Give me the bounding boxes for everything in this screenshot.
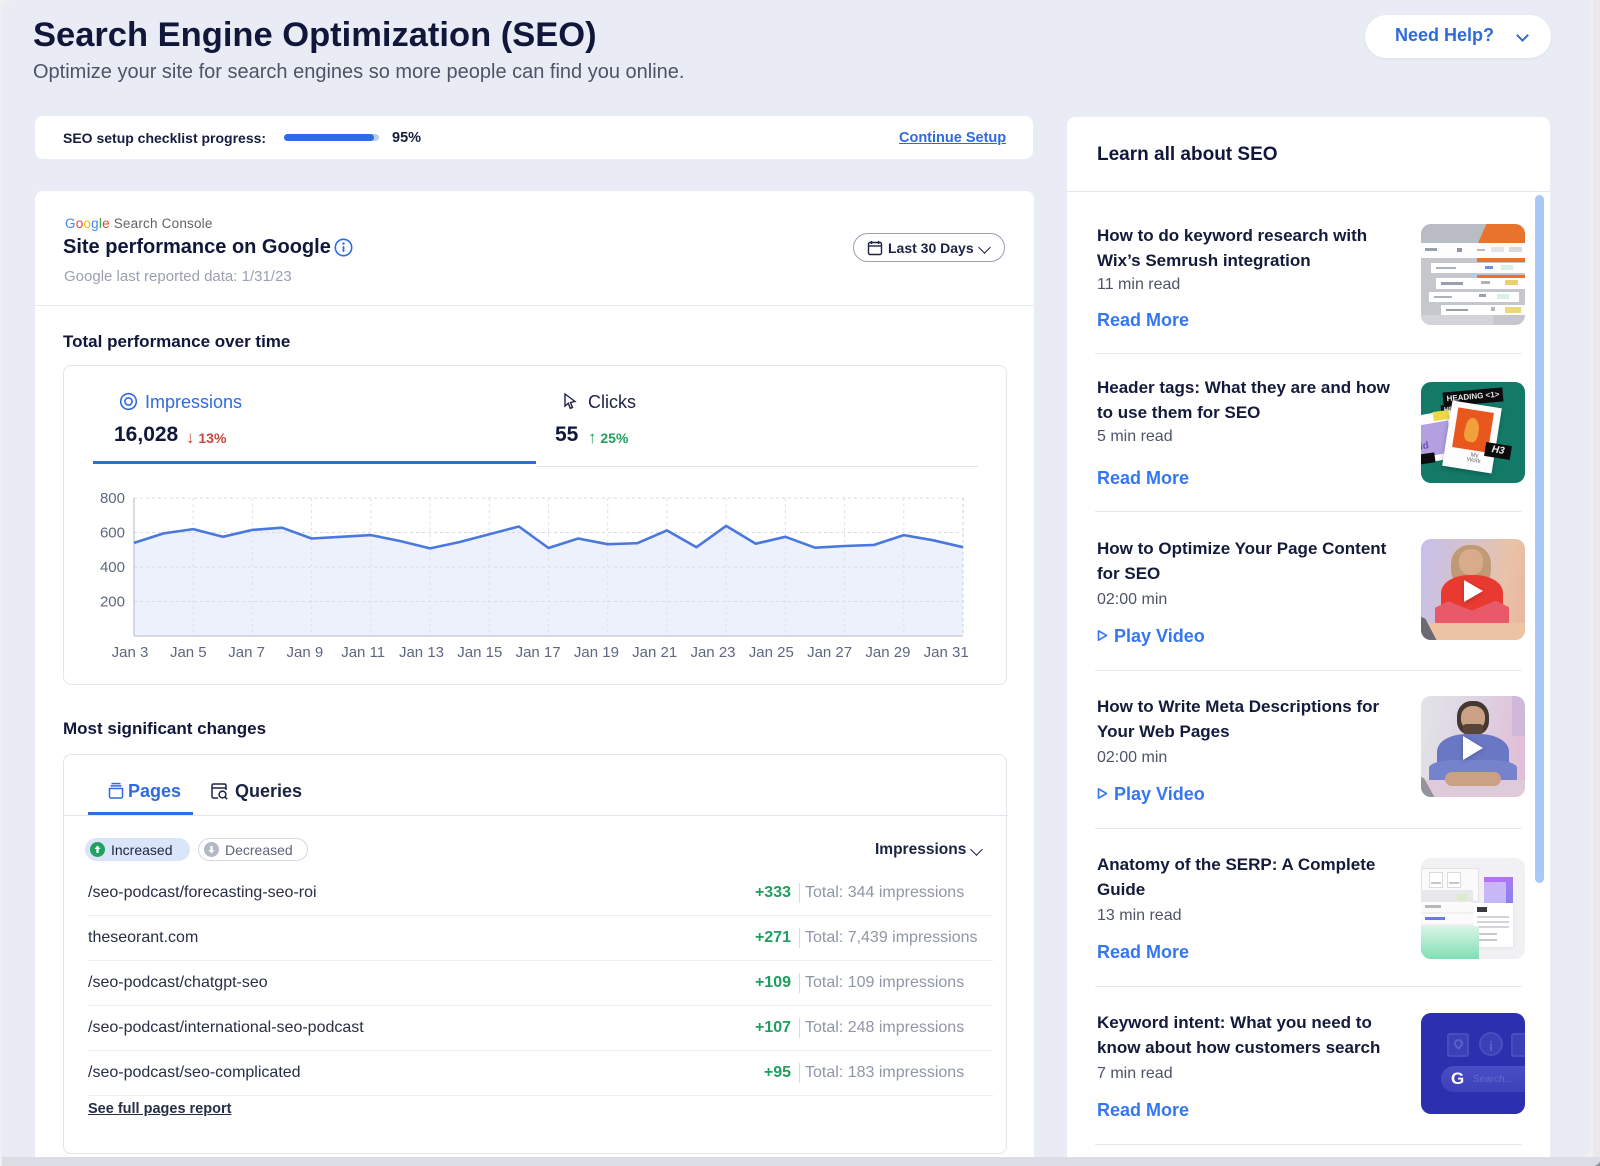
svg-text:Jan 7: Jan 7	[228, 644, 265, 661]
svg-text:Jan 23: Jan 23	[690, 644, 735, 661]
svg-text:Jan 15: Jan 15	[457, 644, 502, 661]
svg-text:Jan 13: Jan 13	[399, 644, 444, 661]
svg-text:Jan 21: Jan 21	[632, 644, 677, 661]
svg-text:400: 400	[100, 559, 125, 576]
svg-text:Jan 11: Jan 11	[341, 644, 385, 661]
svg-text:Jan 31: Jan 31	[924, 644, 969, 661]
svg-text:600: 600	[100, 525, 125, 542]
svg-text:Jan 29: Jan 29	[865, 644, 910, 661]
svg-text:Jan 27: Jan 27	[807, 644, 852, 661]
svg-text:Jan 5: Jan 5	[170, 644, 207, 661]
svg-text:Jan 25: Jan 25	[749, 644, 794, 661]
svg-text:Jan 19: Jan 19	[574, 644, 619, 661]
svg-text:800: 800	[100, 490, 125, 507]
svg-text:Jan 3: Jan 3	[112, 644, 149, 661]
svg-text:200: 200	[100, 594, 125, 611]
svg-text:Jan 9: Jan 9	[287, 644, 324, 661]
svg-text:Jan 17: Jan 17	[516, 644, 561, 661]
